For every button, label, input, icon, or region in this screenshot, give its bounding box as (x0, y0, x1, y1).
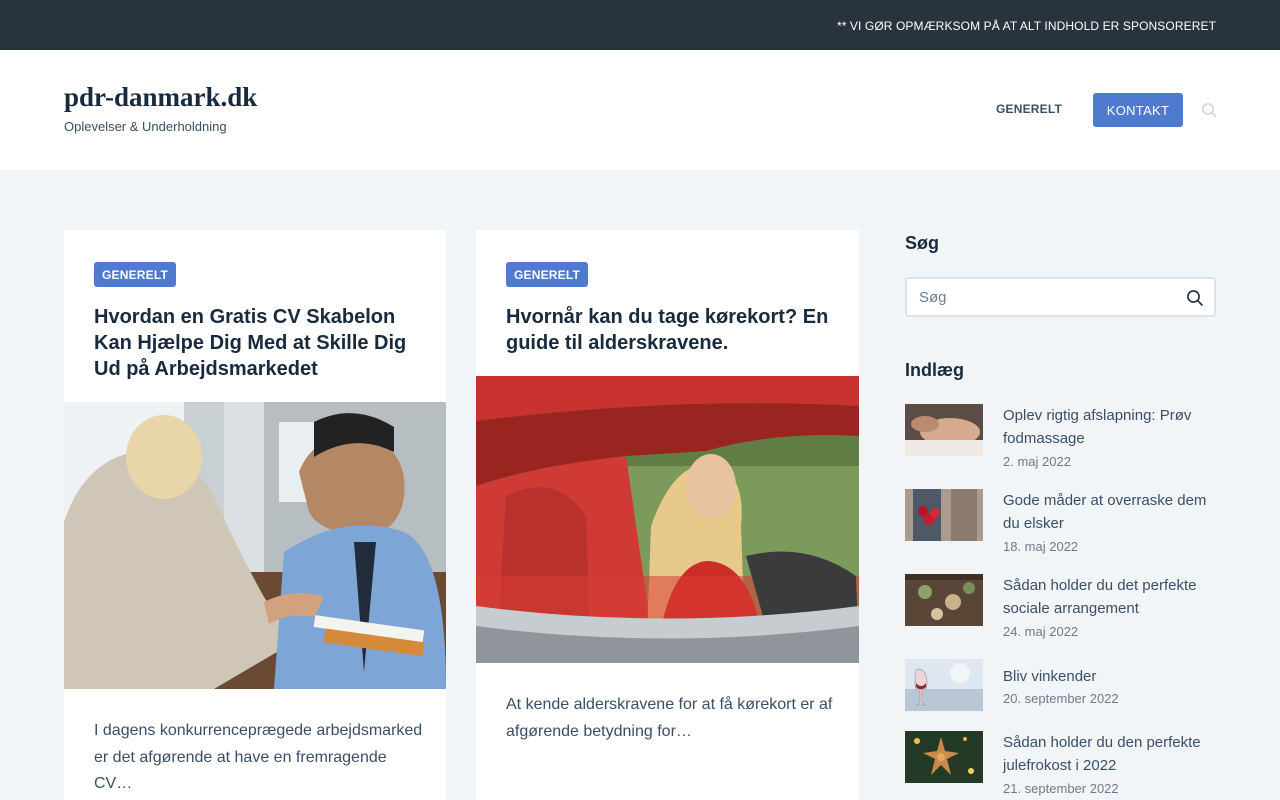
post-thumbnail[interactable] (905, 404, 983, 456)
recent-post-date: 18. maj 2022 (1003, 539, 1079, 554)
recent-post-title[interactable]: Oplev rigtig afslapning: Prøv fodmassage (1003, 404, 1217, 450)
post-title[interactable]: Hvordan en Gratis CV Skabelon Kan Hjælpe… (94, 304, 424, 382)
post-title[interactable]: Hvornår kan du tage kørekort? En guide t… (506, 304, 836, 356)
post-thumbnail[interactable] (905, 489, 983, 541)
posts-widget-heading: Indlæg (905, 360, 964, 380)
post-thumbnail[interactable] (905, 731, 983, 783)
site-title[interactable]: pdr-danmark.dk (64, 82, 257, 113)
recent-post: Bliv vinkender 20. september 2022 (905, 659, 1217, 739)
nav-item-generelt[interactable]: GENERELT (996, 102, 1062, 116)
site-header: pdr-danmark.dk Oplevelser & Underholdnin… (0, 50, 1280, 170)
search-input[interactable] (907, 279, 1214, 315)
recent-post-date: 20. september 2022 (1003, 691, 1119, 706)
recent-post: Gode måder at overraske dem du elsker 18… (905, 489, 1217, 569)
post-card: GENERELT Hvordan en Gratis CV Skabelon K… (64, 230, 446, 800)
category-badge[interactable]: GENERELT (94, 262, 177, 287)
post-image[interactable] (64, 402, 446, 689)
post-excerpt: At kende alderskravene for at få kørekor… (506, 696, 833, 740)
nav-item-kontakt[interactable]: KONTAKT (1093, 93, 1183, 127)
site-tagline: Oplevelser & Underholdning (64, 119, 227, 134)
post-thumbnail[interactable] (905, 574, 983, 626)
post-thumbnail[interactable] (905, 659, 983, 711)
post-image[interactable] (476, 376, 859, 663)
recent-post-title[interactable]: Bliv vinkender (1003, 665, 1217, 688)
search-icon[interactable] (1201, 102, 1217, 118)
top-notice-bar: ** VI GØR OPMÆRKSOM PÅ AT ALT INDHOLD ER… (0, 0, 1280, 50)
recent-post: Sådan holder du det perfekte sociale arr… (905, 574, 1217, 654)
post-card: GENERELT Hvornår kan du tage kørekort? E… (476, 230, 859, 800)
recent-post-title[interactable]: Sådan holder du den perfekte julefrokost… (1003, 731, 1217, 777)
recent-post-date: 24. maj 2022 (1003, 624, 1079, 639)
recent-post: Oplev rigtig afslapning: Prøv fodmassage… (905, 404, 1217, 484)
recent-post-date: 2. maj 2022 (1003, 454, 1071, 469)
recent-post-title[interactable]: Sådan holder du det perfekte sociale arr… (1003, 574, 1217, 620)
recent-post-date: 21. september 2022 (1003, 781, 1119, 796)
recent-post-title[interactable]: Gode måder at overraske dem du elsker (1003, 489, 1217, 535)
recent-post: Sådan holder du den perfekte julefrokost… (905, 731, 1217, 800)
sidebar-search (905, 277, 1216, 317)
post-excerpt: I dagens konkurrenceprægede arbejdsmarke… (94, 722, 423, 792)
sponsored-notice: ** VI GØR OPMÆRKSOM PÅ AT ALT INDHOLD ER… (836, 19, 1216, 33)
search-widget-heading: Søg (905, 233, 939, 253)
category-badge[interactable]: GENERELT (506, 262, 589, 287)
search-icon[interactable] (1186, 289, 1204, 307)
